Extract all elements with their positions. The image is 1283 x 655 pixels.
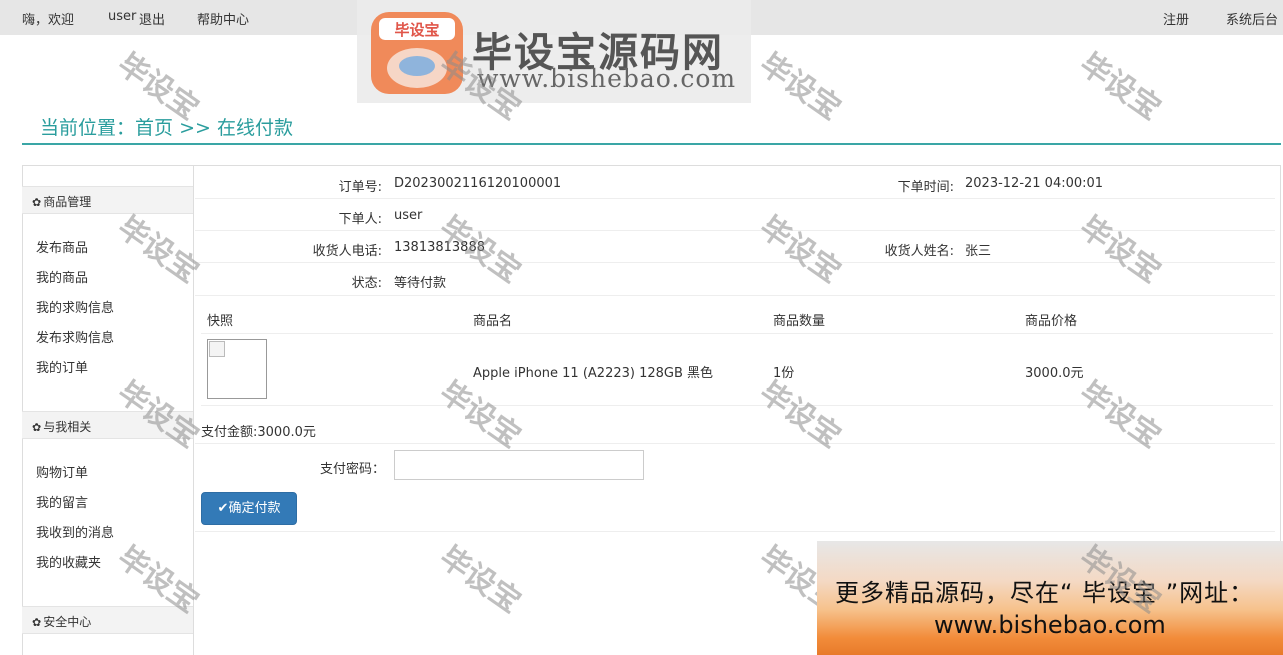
sidebar-item[interactable]: 我的求购信息 xyxy=(36,297,114,316)
gear-icon: ✿ xyxy=(32,616,42,629)
logout-link[interactable]: 退出 xyxy=(139,9,165,28)
breadcrumb: 当前位置：首页 >> 在线付款 xyxy=(40,113,293,140)
breadcrumb-current: 在线付款 xyxy=(216,117,293,139)
product-snapshot-image[interactable] xyxy=(207,339,267,399)
receiver-phone-value: 13813813888 xyxy=(394,240,485,255)
goods-header-snapshot: 快照 xyxy=(207,314,234,329)
order-time-value: 2023-12-21 04:00:01 xyxy=(965,176,1104,191)
help-center-link[interactable]: 帮助中心 xyxy=(197,9,249,28)
product-name: Apple iPhone 11 (A2223) 128GB 黑色 xyxy=(473,366,714,381)
sidebar-group-header: ✿ 商品管理 xyxy=(22,186,193,214)
sidebar-item[interactable]: 我的留言 xyxy=(36,492,88,511)
order-no-label: 订单号: xyxy=(338,180,382,195)
goods-header-price: 商品价格 xyxy=(1025,314,1078,329)
confirm-pay-button[interactable]: ✔确定付款 xyxy=(201,492,297,525)
pay-password-label: 支付密码： xyxy=(319,462,385,477)
sidebar-item[interactable]: 我的商品 xyxy=(36,267,88,286)
breadcrumb-divider xyxy=(22,143,1281,145)
goods-header-name: 商品名 xyxy=(473,314,513,329)
order-no-value: D2023002116120100001 xyxy=(394,176,562,191)
logo-url: www.bishebao.com xyxy=(477,64,737,93)
promo-banner: 更多精品源码，尽在“ 毕设宝 ”网址： www.bishebao.com xyxy=(817,541,1283,655)
status-value: 等待付款 xyxy=(394,276,447,291)
sidebar-item[interactable]: 发布求购信息 xyxy=(36,327,114,346)
receiver-name-label: 收货人姓名: xyxy=(884,244,954,259)
goods-table-header xyxy=(201,296,1273,334)
goods-header-qty: 商品数量 xyxy=(773,314,826,329)
sidebar-item[interactable]: 我收到的消息 xyxy=(36,522,114,541)
breadcrumb-home[interactable]: 首页 xyxy=(135,117,173,139)
sidebar-item[interactable]: 我的收藏夹 xyxy=(36,552,101,571)
product-qty: 1份 xyxy=(773,366,795,381)
gear-icon: ✿ xyxy=(32,421,42,434)
table-row xyxy=(201,334,1273,406)
gear-icon: ✿ xyxy=(32,196,42,209)
page: 嗨，欢迎 user 退出 帮助中心 注册 系统后台 毕设宝 毕设宝源码网 www… xyxy=(0,0,1283,655)
admin-link[interactable]: 系统后台 xyxy=(1226,9,1278,28)
sidebar-item[interactable]: 购物订单 xyxy=(36,462,88,481)
payment-total-row xyxy=(195,406,1275,444)
sidebar-item[interactable]: 发布商品 xyxy=(36,237,88,256)
watermark: 毕设宝 xyxy=(753,46,847,128)
logo-badge-text: 毕设宝 xyxy=(394,21,439,39)
pay-password-input[interactable] xyxy=(394,450,644,480)
receiver-phone-label: 收货人电话: xyxy=(312,244,382,259)
receiver-name-value: 张三 xyxy=(965,244,992,259)
buyer-value: user xyxy=(394,208,423,223)
sidebar-group-header: ✿ 安全中心 xyxy=(22,606,193,634)
promo-text: 更多精品源码，尽在“ 毕设宝 ”网址： xyxy=(835,579,1255,607)
logo-badge-icon: 毕设宝 xyxy=(371,12,463,94)
check-icon: ✔ xyxy=(217,501,229,516)
breadcrumb-separator: >> xyxy=(179,117,211,139)
greeting-text: 嗨，欢迎 xyxy=(22,13,75,28)
order-time-label: 下单时间: xyxy=(897,180,954,195)
status-label: 状态: xyxy=(351,276,382,291)
product-price: 3000.0元 xyxy=(1025,366,1084,381)
watermark: 毕设宝 xyxy=(1073,46,1167,128)
logo-banner: 毕设宝 毕设宝源码网 www.bishebao.com xyxy=(357,0,751,103)
username-link[interactable]: user xyxy=(108,9,136,24)
sidebar-item[interactable]: 我的订单 xyxy=(36,357,88,376)
sidebar-group-title: 安全中心 xyxy=(43,615,92,629)
sidebar-group-header: ✿ 与我相关 xyxy=(22,411,193,439)
sidebar-group-title: 商品管理 xyxy=(43,195,92,209)
payment-total: 支付金额:3000.0元 xyxy=(201,425,316,440)
register-link[interactable]: 注册 xyxy=(1163,9,1189,28)
buyer-label: 下单人: xyxy=(338,212,382,227)
sidebar: ✿ 商品管理 发布商品 我的商品 我的求购信息 发布求购信息 我的订单 ✿ 与我相关… xyxy=(22,165,194,655)
sidebar-group-title: 与我相关 xyxy=(43,420,92,434)
breadcrumb-prefix: 当前位置： xyxy=(40,117,136,139)
promo-url[interactable]: www.bishebao.com xyxy=(934,611,1166,639)
confirm-pay-label: 确定付款 xyxy=(228,501,281,516)
